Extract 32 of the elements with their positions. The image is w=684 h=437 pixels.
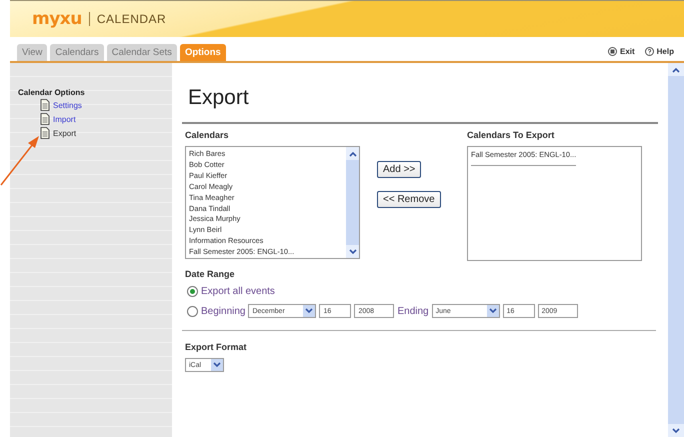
section-label: Export Format bbox=[185, 342, 247, 352]
option-label: Export all events bbox=[201, 286, 275, 297]
top-link[interactable]: Exit bbox=[608, 47, 635, 56]
document-icon bbox=[40, 99, 50, 111]
action-button[interactable]: << Remove bbox=[377, 191, 441, 208]
app-title: CALENDAR bbox=[96, 12, 166, 26]
scroll-up-icon[interactable] bbox=[348, 150, 356, 156]
scroll-down-icon[interactable] bbox=[672, 428, 680, 434]
sidebar-heading: Calendar Options bbox=[17, 88, 85, 97]
help-icon bbox=[644, 47, 654, 56]
action-button[interactable]: Add >> bbox=[377, 161, 422, 178]
logo: myxu bbox=[32, 9, 82, 29]
document-icon bbox=[40, 127, 50, 139]
scrollbar[interactable] bbox=[346, 147, 359, 258]
option-label: Ending bbox=[397, 306, 429, 316]
document-icon bbox=[40, 113, 50, 125]
sidebar-item[interactable]: Settings bbox=[40, 99, 82, 111]
scroll-down-icon[interactable] bbox=[348, 248, 356, 254]
section-label: Calendars bbox=[185, 130, 229, 140]
top-link[interactable]: Help bbox=[644, 47, 674, 56]
section-label: Date Range bbox=[185, 269, 235, 279]
option-label: Beginning bbox=[201, 306, 246, 316]
sidebar-item[interactable]: Export bbox=[40, 127, 76, 139]
close-icon bbox=[608, 47, 617, 56]
scrollbar[interactable] bbox=[668, 63, 684, 437]
sidebar-item[interactable]: Import bbox=[40, 113, 76, 125]
radio-button[interactable] bbox=[187, 286, 198, 297]
radio-button[interactable] bbox=[187, 306, 198, 316]
page-title: Export bbox=[188, 86, 249, 110]
arrow-drawing bbox=[0, 136, 42, 186]
section-label: Calendars To Export bbox=[467, 130, 554, 140]
scroll-up-icon[interactable] bbox=[672, 66, 680, 72]
